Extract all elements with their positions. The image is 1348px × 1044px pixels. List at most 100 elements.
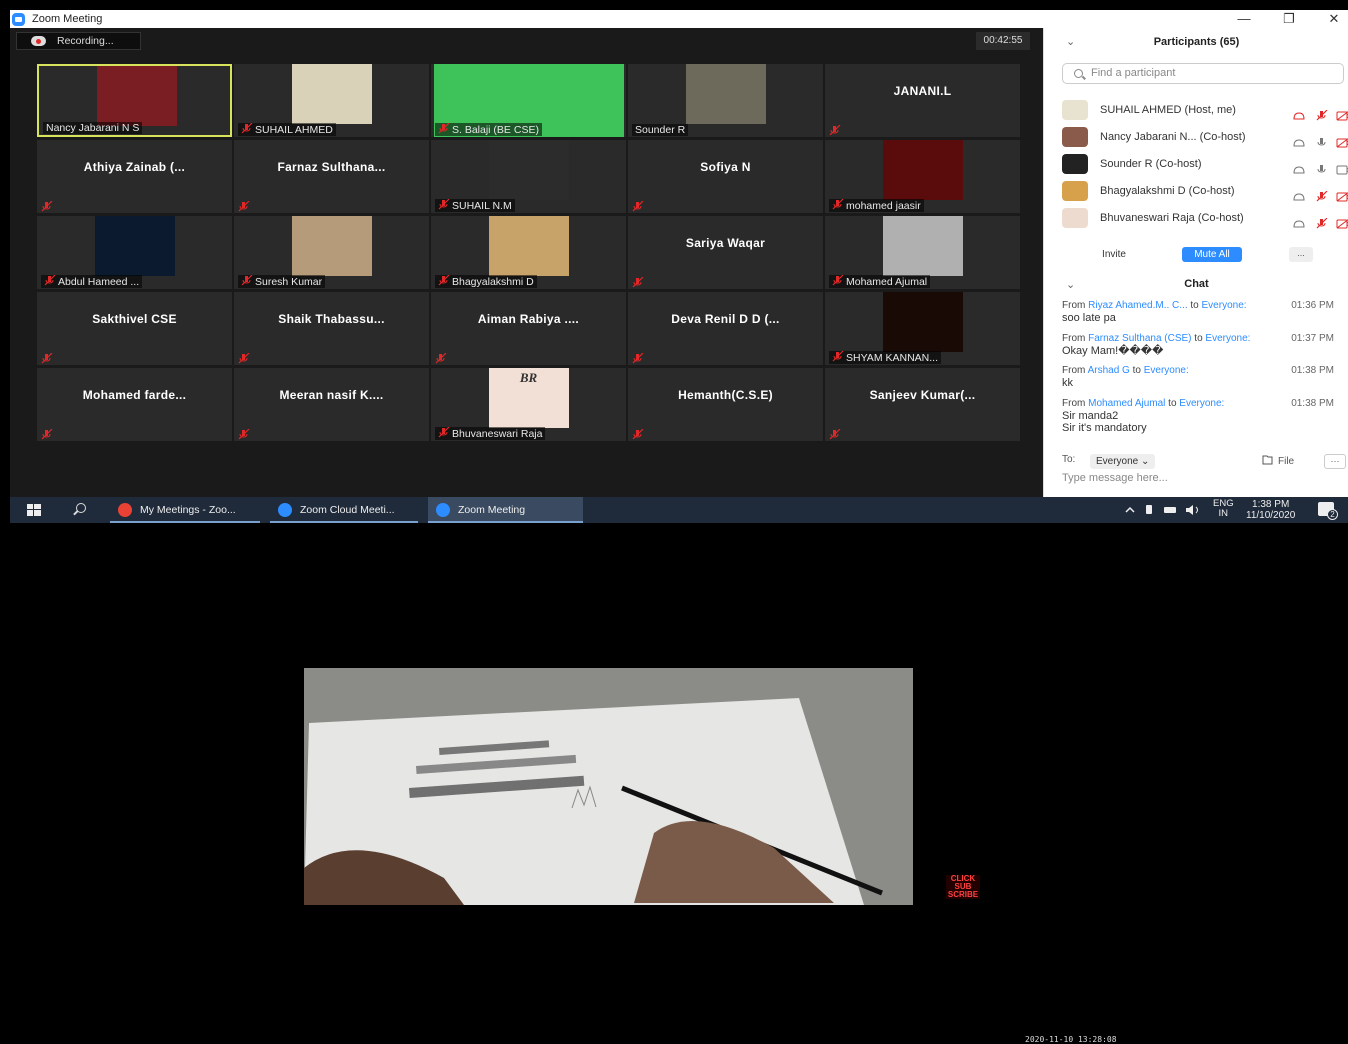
participant-tile[interactable]: Sanjeev Kumar(... — [825, 368, 1020, 441]
participant-name: Sounder R — [635, 124, 686, 136]
participant-tile[interactable]: Sariya Waqar — [628, 216, 823, 289]
close-button[interactable]: ✕ — [1319, 10, 1348, 28]
collapse-chevron-icon[interactable]: ⌄ — [1066, 28, 1075, 56]
invite-button[interactable]: Invite — [1093, 247, 1135, 262]
chat-target: Everyone: — [1179, 398, 1225, 409]
muted-mic-icon — [1316, 217, 1328, 229]
chat-more-button[interactable]: ··· — [1324, 454, 1346, 469]
file-icon — [1262, 455, 1273, 465]
participant-name: Aiman Rabiya .... — [477, 312, 580, 326]
notification-count: 2 — [1327, 509, 1338, 520]
participant-row[interactable]: SUHAIL AHMED (Host, me) — [1062, 97, 1348, 123]
muted-mic-icon — [241, 274, 253, 286]
participant-name-label: Mohamed Ajumal — [829, 274, 931, 288]
participant-name-label: Suresh Kumar — [238, 274, 326, 288]
muted-mic-icon — [238, 352, 250, 364]
taskbar-app-button[interactable]: Zoom Meeting — [428, 497, 583, 523]
chat-sender: Arshad G — [1087, 365, 1130, 376]
participant-tile[interactable]: SUHAIL AHMED — [234, 64, 429, 137]
windows-start-icon[interactable] — [27, 504, 41, 516]
participant-tile[interactable]: Suresh Kumar — [234, 216, 429, 289]
participant-name: Mohamed farde... — [82, 388, 187, 402]
taskbar-app-label: Zoom Cloud Meeti... — [300, 504, 395, 516]
muted-mic-icon — [832, 350, 844, 362]
taskbar-app-label: My Meetings - Zoo... — [140, 504, 236, 516]
participant-row[interactable]: Sounder R (Co-host) — [1062, 151, 1348, 177]
clock-date: 11/10/2020 — [1246, 510, 1296, 521]
minimize-button[interactable]: — — [1229, 10, 1259, 28]
participant-name-label: Nancy Jabarani N S — [43, 122, 143, 134]
participant-tile[interactable]: Mohamed farde... — [37, 368, 232, 441]
participant-tile[interactable]: Deva Renil D D (... — [628, 292, 823, 365]
participant-name-label: SHYAM KANNAN... — [829, 350, 941, 364]
participant-tile[interactable]: Sakthivel CSE — [37, 292, 232, 365]
participant-row[interactable]: Nancy Jabarani N... (Co-host) — [1062, 124, 1348, 150]
participant-row-name: Bhuvaneswari Raja (Co-host) — [1100, 212, 1244, 224]
participant-tile[interactable]: Sounder R — [628, 64, 823, 137]
chrome-icon — [118, 503, 132, 517]
taskbar-active-indicator — [110, 521, 260, 523]
video-off-icon[interactable] — [1336, 213, 1348, 229]
more-options-button[interactable]: ... — [1289, 247, 1313, 262]
participant-tile[interactable]: BR Bhuvaneswari Raja — [431, 368, 626, 441]
video-off-icon[interactable] — [1336, 105, 1348, 121]
participant-tile[interactable]: Aiman Rabiya .... — [431, 292, 626, 365]
muted-mic-icon — [832, 274, 844, 286]
participant-row[interactable]: Bhagyalakshmi D (Co-host) — [1062, 178, 1348, 204]
participant-row-name: Sounder R (Co-host) — [1100, 158, 1202, 170]
participant-tile[interactable]: Shaik Thabassu... — [234, 292, 429, 365]
participant-tile[interactable]: mohamed jaasir — [825, 140, 1020, 213]
participant-photo — [882, 292, 963, 352]
participant-tile[interactable]: Meeran nasif K.... — [234, 368, 429, 441]
participant-tile[interactable]: Hemanth(C.S.E) — [628, 368, 823, 441]
participant-tile[interactable]: Farnaz Sulthana... — [234, 140, 429, 213]
chat-text: kk — [1062, 377, 1073, 389]
participant-tile[interactable]: Sofiya N — [628, 140, 823, 213]
notification-center-icon[interactable]: 2 — [1318, 502, 1338, 520]
taskbar-app-button[interactable]: Zoom Cloud Meeti... — [270, 497, 418, 523]
recipient-select[interactable]: Everyone ⌄ — [1090, 454, 1156, 469]
participant-tile[interactable]: SUHAIL N.M — [431, 140, 626, 213]
video-off-icon[interactable] — [1336, 132, 1348, 148]
mic-icon[interactable] — [1316, 132, 1330, 146]
muted-mic-icon[interactable] — [1316, 213, 1330, 229]
participant-tile[interactable]: Abdul Hameed ... — [37, 216, 232, 289]
recording-indicator[interactable]: Recording... — [16, 32, 141, 50]
participant-photo — [488, 140, 569, 200]
participant-row[interactable]: Bhuvaneswari Raja (Co-host) — [1062, 205, 1348, 231]
muted-mic-icon — [238, 428, 250, 440]
mic-icon[interactable] — [1316, 159, 1330, 173]
muted-mic-icon[interactable] — [1316, 186, 1330, 202]
avatar — [1062, 100, 1088, 120]
muted-mic-icon — [632, 276, 644, 288]
input-language[interactable]: ENG IN — [1213, 499, 1234, 519]
participant-row-name: Nancy Jabarani N... (Co-host) — [1100, 131, 1246, 143]
avatar — [1062, 127, 1088, 147]
participant-tile[interactable]: Mohamed Ajumal — [825, 216, 1020, 289]
find-participant-input[interactable]: Find a participant — [1062, 63, 1344, 84]
participant-tile[interactable]: Bhagyalakshmi D — [431, 216, 626, 289]
muted-mic-icon — [241, 122, 253, 134]
file-button[interactable]: File — [1262, 454, 1294, 469]
taskbar-app-button[interactable]: My Meetings - Zoo... — [110, 497, 260, 523]
chat-recipient-row: To: Everyone ⌄ File ··· — [1062, 454, 1346, 469]
chat-message-input[interactable]: Type message here... — [1062, 472, 1168, 484]
co-host-icon — [1292, 213, 1306, 228]
taskbar-clock[interactable]: 1:38 PM 11/10/2020 — [1246, 499, 1295, 521]
participant-name: Hemanth(C.S.E) — [678, 388, 773, 402]
muted-mic-icon — [41, 428, 53, 440]
participant-tile[interactable]: Athiya Zainab (... — [37, 140, 232, 213]
restore-button[interactable]: ❐ — [1274, 10, 1304, 28]
participant-tile[interactable]: S. Balaji (BE CSE) — [431, 64, 626, 137]
participant-tile[interactable]: JANANI.L — [825, 64, 1020, 137]
zoom-icon — [278, 503, 292, 517]
participant-tile[interactable]: SHYAM KANNAN... — [825, 292, 1020, 365]
taskbar-search-icon[interactable] — [76, 503, 86, 513]
video-off-icon[interactable] — [1336, 186, 1348, 202]
participant-name: Athiya Zainab (... — [83, 160, 186, 174]
mute-all-button[interactable]: Mute All — [1182, 247, 1242, 262]
participant-tile[interactable]: Nancy Jabarani N S — [37, 64, 232, 137]
chat-collapse-chevron-icon[interactable]: ⌄ — [1066, 278, 1075, 291]
muted-mic-icon[interactable] — [1316, 105, 1330, 121]
video-icon[interactable] — [1336, 159, 1348, 175]
